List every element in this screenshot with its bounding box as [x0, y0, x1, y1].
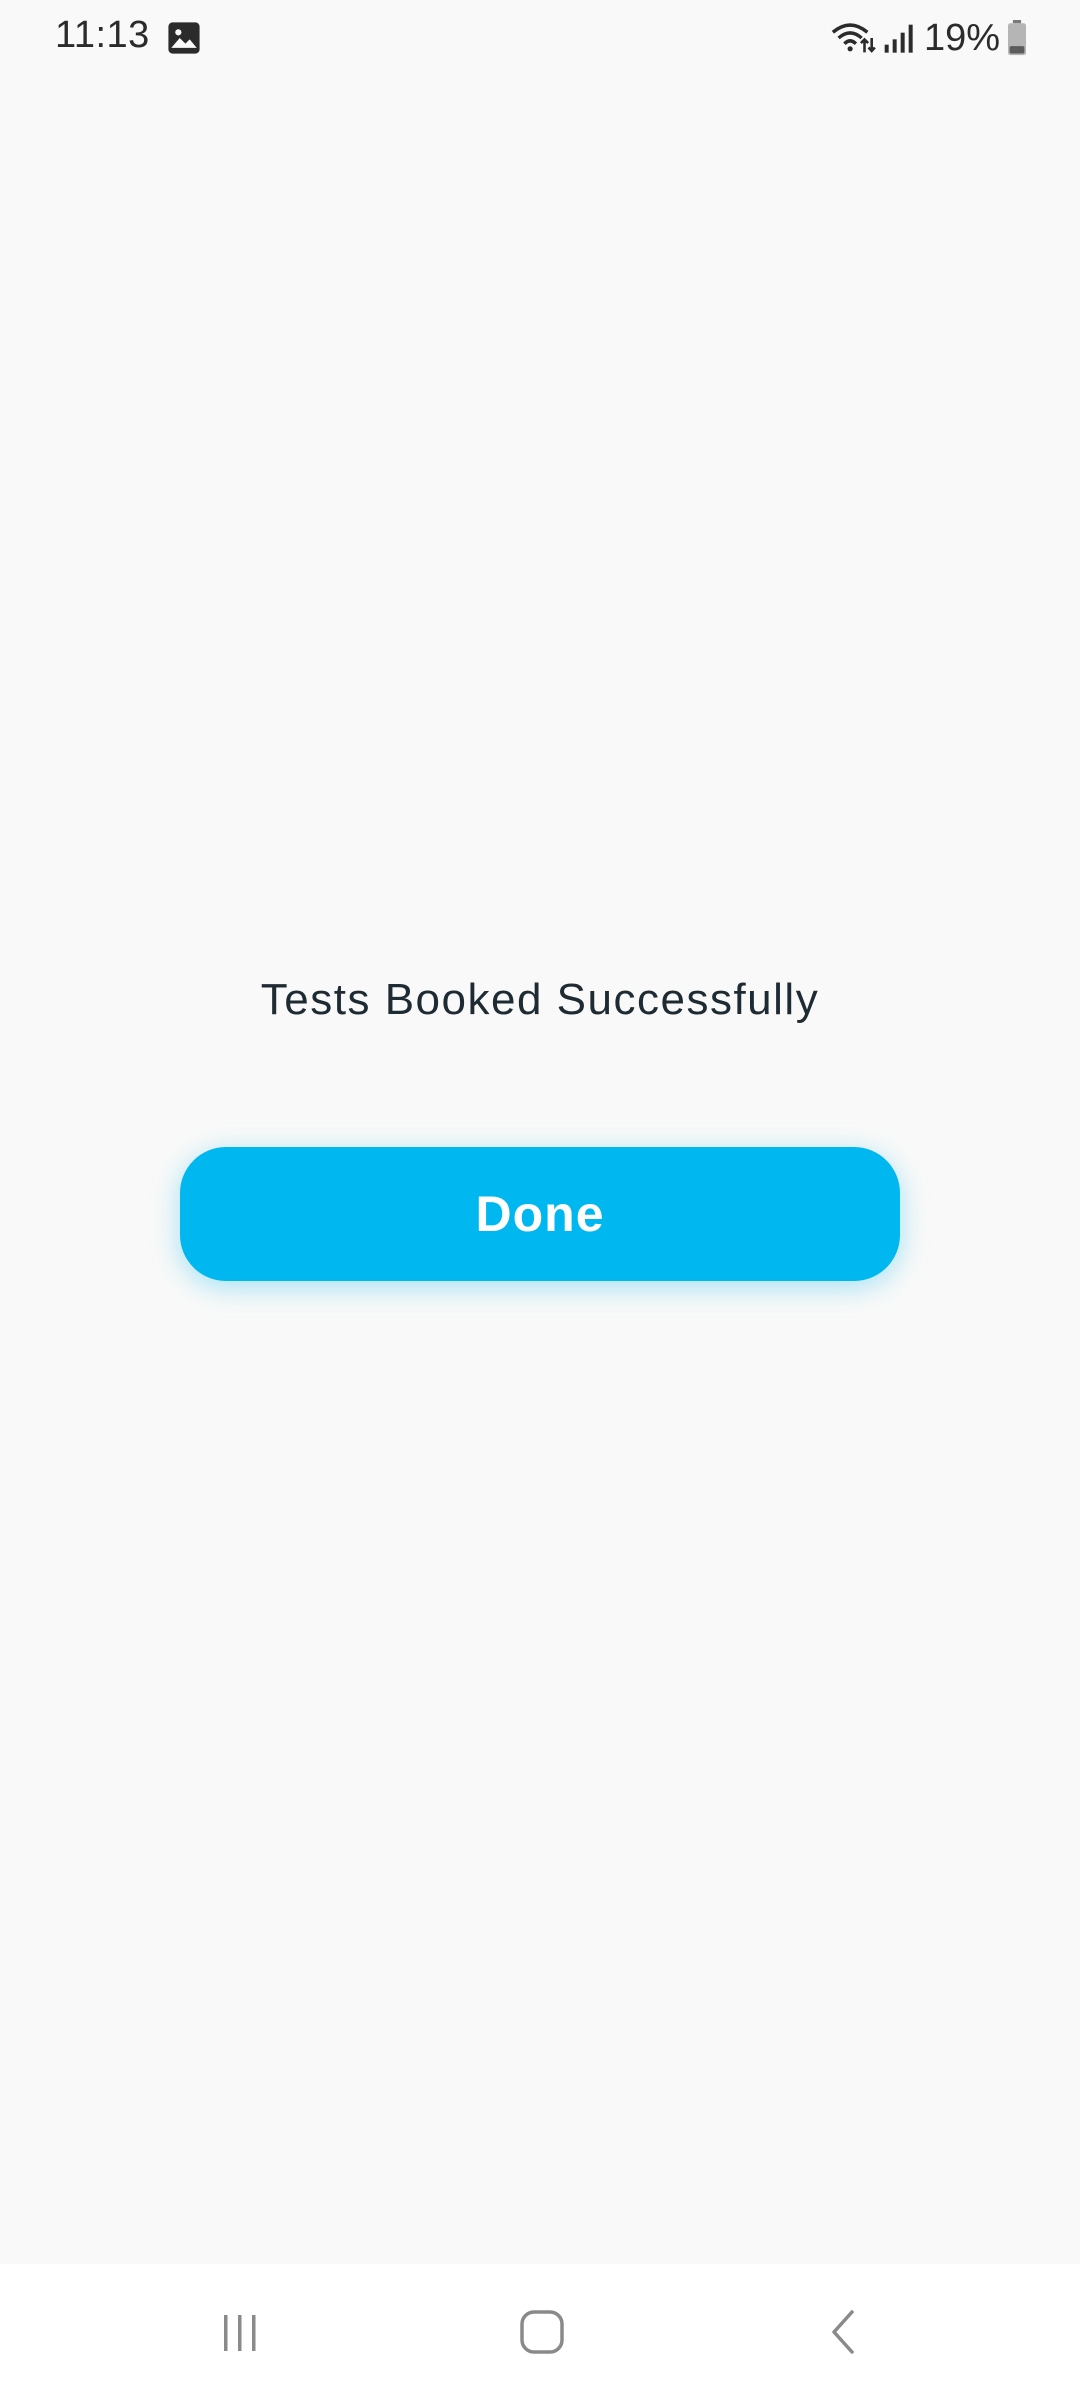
- battery-percent: 19%: [923, 16, 1000, 59]
- back-button[interactable]: [765, 2264, 925, 2400]
- signal-icon: [884, 24, 913, 53]
- wifi-icon: [831, 23, 876, 53]
- navigation-bar: [0, 2264, 1080, 2400]
- recents-button[interactable]: [160, 2264, 320, 2400]
- status-time: 11:13: [55, 14, 150, 56]
- done-button[interactable]: Done: [180, 1147, 900, 1281]
- status-indicators: 19%: [830, 14, 1028, 62]
- recents-icon: [224, 2315, 256, 2351]
- back-icon: [832, 2310, 854, 2354]
- home-button[interactable]: [462, 2264, 622, 2400]
- gallery-icon: [168, 22, 200, 54]
- home-icon: [520, 2310, 564, 2354]
- battery-icon: [1008, 20, 1026, 56]
- success-message: Tests Booked Successfully: [260, 975, 820, 1024]
- status-bar: 11:13 19%: [0, 0, 1080, 76]
